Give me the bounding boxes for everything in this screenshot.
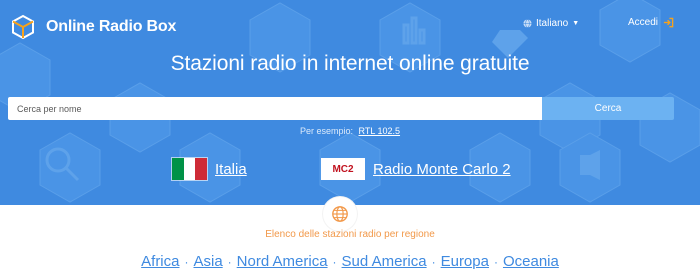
region-link-north-america[interactable]: Nord America (237, 253, 328, 270)
region-link-oceania[interactable]: Oceania (503, 253, 559, 270)
globe-icon (523, 19, 532, 28)
brand-logo[interactable]: Online Radio Box (10, 14, 176, 40)
country-item[interactable]: Italia (172, 158, 247, 180)
region-separator: · (227, 255, 232, 269)
region-separator: · (184, 255, 189, 269)
region-link-asia[interactable]: Asia (193, 253, 222, 270)
login-label: Accedi (628, 17, 659, 28)
region-link-south-america[interactable]: Sud America (342, 253, 427, 270)
example-prefix: Per esempio: (299, 126, 353, 136)
search-button[interactable]: Cerca (542, 97, 674, 120)
region-list-caption: Elenco delle stazioni radio per regione (265, 229, 435, 240)
featured-station[interactable]: MC2 Radio Monte Carlo 2 (321, 158, 511, 180)
region-link-africa[interactable]: Africa (141, 253, 179, 270)
language-label: Italiano (536, 18, 569, 29)
hero-section: Online Radio Box Italiano ▼ Accedi Stazi… (0, 0, 700, 205)
station-logo: MC2 (321, 158, 365, 180)
top-header: Online Radio Box Italiano ▼ Accedi (0, 0, 700, 50)
country-link[interactable]: Italia (215, 161, 247, 178)
sign-in-icon (663, 17, 674, 28)
example-station-link[interactable]: RTL 102.5 (359, 126, 401, 136)
globe-grid-icon (332, 206, 348, 222)
station-logo-text: MC2 (332, 163, 354, 175)
region-link-europe[interactable]: Europa (441, 253, 489, 270)
region-separator: · (431, 255, 436, 269)
chevron-down-icon: ▼ (572, 20, 580, 27)
region-separator: · (493, 255, 498, 269)
search-input[interactable] (8, 97, 542, 120)
search-example: Per esempio: RTL 102.5 (0, 126, 700, 136)
login-link[interactable]: Accedi (628, 17, 674, 28)
brand-name: Online Radio Box (46, 18, 177, 35)
cube-logo-icon (12, 14, 34, 40)
language-selector[interactable]: Italiano ▼ (523, 18, 579, 29)
station-link[interactable]: Radio Monte Carlo 2 (373, 161, 511, 178)
italy-flag-icon (172, 158, 208, 180)
region-globe-badge (323, 197, 357, 231)
region-links: Africa · Asia · Nord America · Sud America · Eur… (0, 253, 700, 270)
page-headline: Stazioni radio in internet online gratui… (170, 52, 530, 75)
region-separator: · (332, 255, 337, 269)
